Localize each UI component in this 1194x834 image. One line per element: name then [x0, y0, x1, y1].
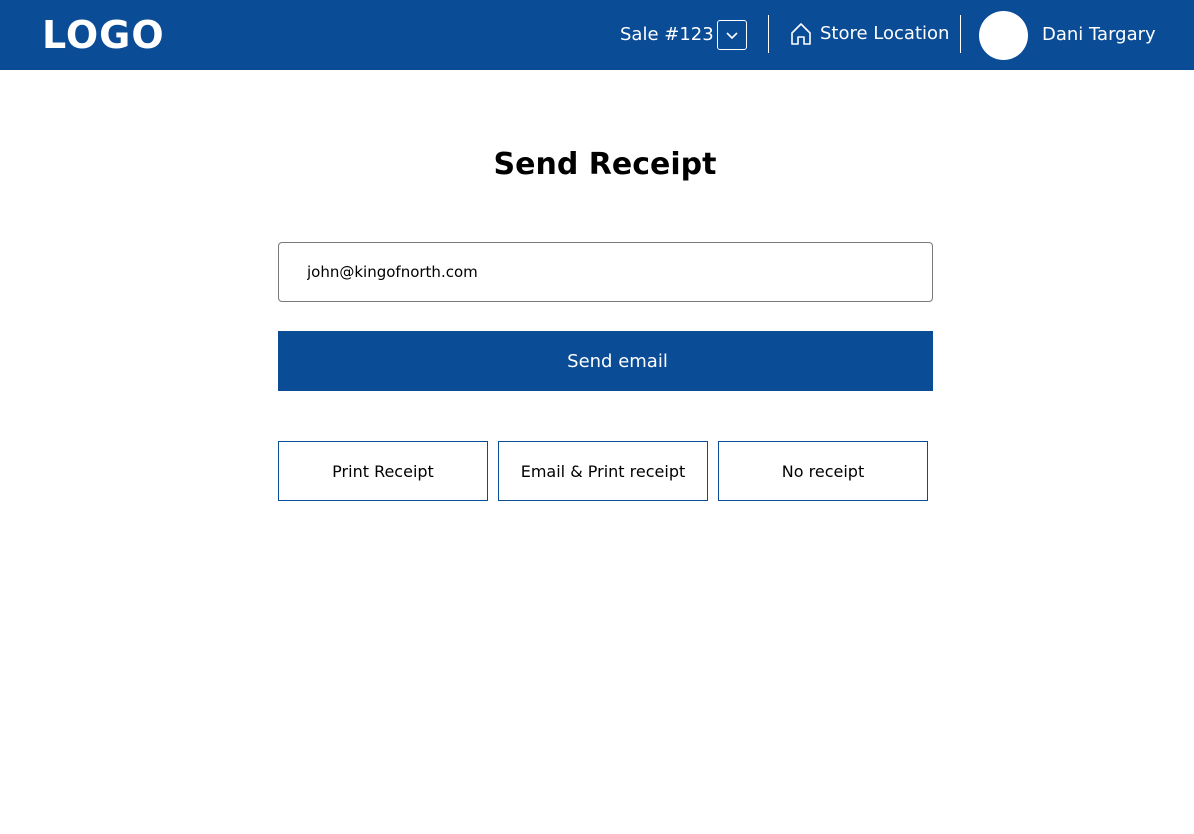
email-print-receipt-button[interactable]: Email & Print receipt — [498, 441, 708, 501]
store-location-button[interactable]: Store Location — [790, 22, 949, 46]
top-bar: LOGO Sale #123 Store Location Dani Targa… — [0, 0, 1194, 70]
user-name[interactable]: Dani Targary — [1042, 24, 1156, 46]
header-divider — [768, 15, 769, 53]
chevron-down-icon — [726, 32, 738, 40]
store-location-label: Store Location — [820, 23, 950, 44]
sale-label: Sale #123 — [620, 24, 714, 45]
page-title: Send Receipt — [493, 147, 717, 182]
sale-dropdown-button[interactable] — [717, 20, 747, 50]
home-icon — [791, 23, 811, 45]
print-receipt-button[interactable]: Print Receipt — [278, 441, 488, 501]
header-divider — [960, 15, 961, 53]
send-email-button[interactable]: Send email — [278, 331, 933, 391]
logo: LOGO — [42, 13, 165, 57]
email-field[interactable] — [278, 242, 933, 302]
avatar[interactable] — [979, 11, 1028, 60]
no-receipt-button[interactable]: No receipt — [718, 441, 928, 501]
